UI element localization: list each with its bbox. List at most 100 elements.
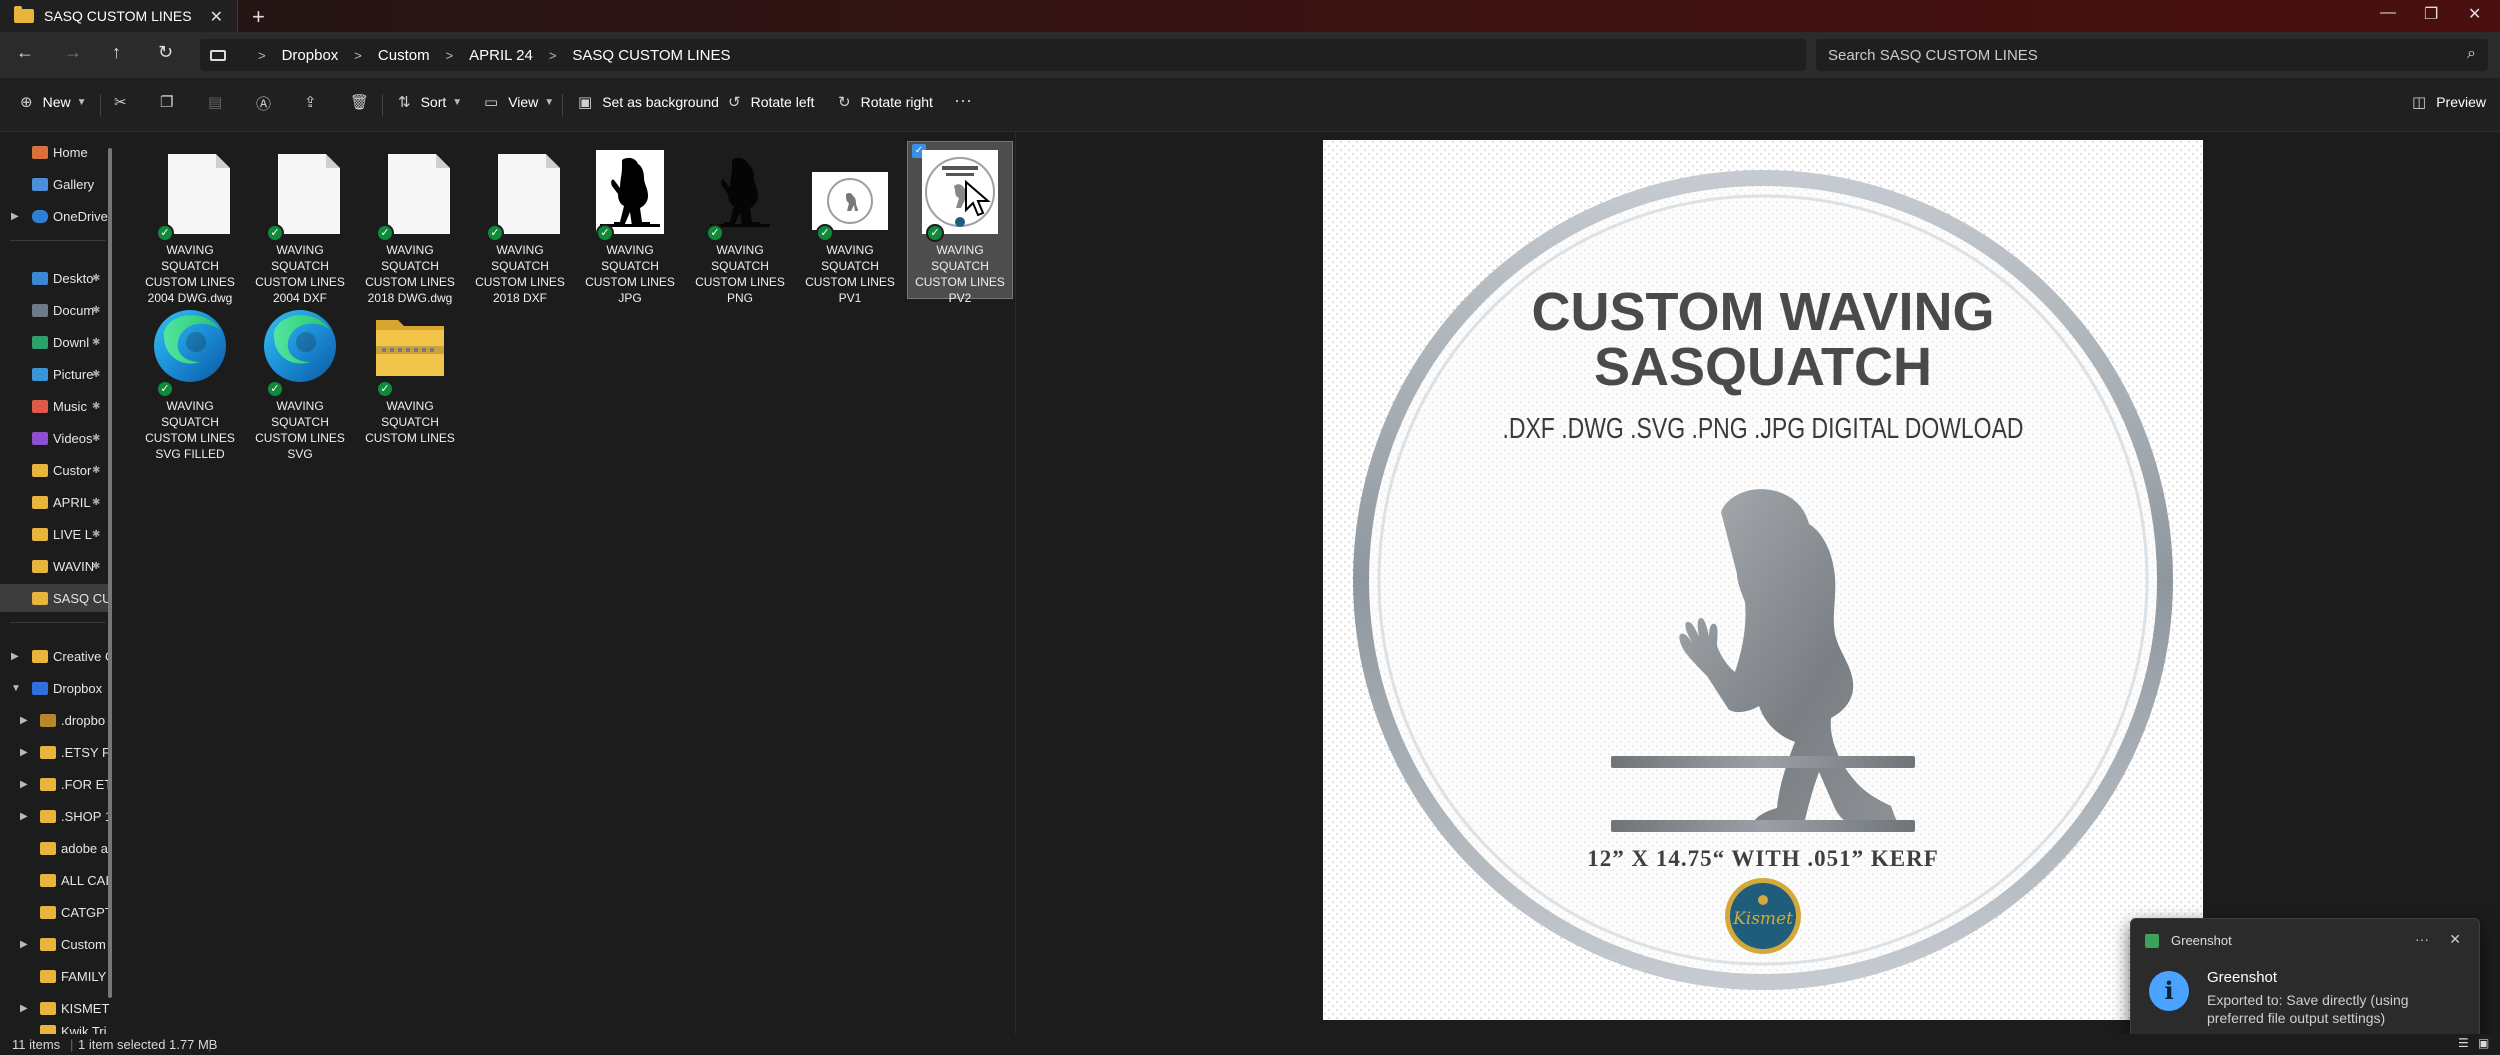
sidebar-item-creative-cloud[interactable]: ▶ Creative C	[0, 642, 110, 670]
share-icon[interactable]: ⇪	[304, 93, 317, 111]
synced-check-icon: ✓	[376, 224, 394, 242]
file-name: WAVING SQUATCH CUSTOM LINES 2018 DWG.dwg	[365, 243, 455, 305]
preview-pane: CUSTOM WAVING SASQUATCH .DXF .DWG .SVG .…	[1015, 132, 2500, 1034]
view-button[interactable]: ▭ View ▼	[484, 93, 554, 111]
synced-check-icon: ✓	[816, 224, 834, 242]
sidebar-item-desktop[interactable]: Deskto ✱	[0, 264, 110, 292]
sidebar-item-onedrive[interactable]: ▶ OneDrive	[0, 202, 110, 230]
search-input[interactable]: Search SASQ CUSTOM LINES ⌕	[1816, 39, 2488, 71]
back-button[interactable]: ←	[16, 42, 34, 63]
sort-button[interactable]: ⇅ Sort ▼	[398, 93, 462, 111]
sidebar-item-adobe[interactable]: adobe a	[0, 834, 110, 862]
sidebar-item-shop[interactable]: ▶ .SHOP 1	[0, 802, 110, 830]
sidebar-item-documents[interactable]: Docum ✱	[0, 296, 110, 324]
chevron-right-icon: ▶	[20, 810, 28, 822]
file-item[interactable]: ✓ WAVING SQUATCH CUSTOM LINES	[358, 298, 462, 454]
rotate-right-button[interactable]: ↻ Rotate right	[838, 93, 933, 111]
sidebar-item-downloads[interactable]: Downl ✱	[0, 328, 110, 356]
up-button[interactable]: ↑	[112, 42, 121, 63]
breadcrumb-april-24[interactable]: APRIL 24	[469, 47, 533, 64]
file-item[interactable]: ✓ WAVING SQUATCH CUSTOM LINES 2004 DWG.d…	[138, 142, 242, 305]
file-item[interactable]: ✓ WAVING SQUATCH CUSTOM LINES PV1	[798, 142, 902, 305]
desktop-icon	[32, 271, 48, 285]
minimize-button[interactable]: —	[2380, 4, 2396, 22]
status-bar: 11 items | 1 item selected 1.77 MB | ☰ ▣	[0, 1034, 2500, 1055]
preview-pane-icon: ◫	[2412, 94, 2427, 111]
divider	[562, 94, 563, 116]
sidebar-item-dropbox[interactable]: ▼ Dropbox	[0, 674, 110, 702]
videos-icon	[32, 431, 48, 445]
preview-pane-button[interactable]: ◫ Preview	[2412, 93, 2486, 111]
sidebar-item-dropbox-hidden[interactable]: ▶ .dropbo	[0, 706, 110, 734]
sidebar-item-april[interactable]: APRIL ✱	[0, 488, 110, 516]
file-item[interactable]: ✓ WAVING SQUATCH CUSTOM LINES PNG	[688, 142, 792, 305]
close-window-button[interactable]: ✕	[2468, 4, 2481, 24]
file-item[interactable]: ✓ WAVING SQUATCH CUSTOM LINES SVG	[248, 298, 352, 461]
search-icon[interactable]: ⌕	[2467, 45, 2476, 63]
file-item[interactable]: ✓ WAVING SQUATCH CUSTOM LINES 2004 DXF	[248, 142, 352, 305]
more-options-icon[interactable]: ···	[954, 90, 972, 111]
tab-sasq-custom-lines[interactable]: SASQ CUSTOM LINES ✕	[0, 0, 238, 32]
file-name: WAVING SQUATCH CUSTOM LINES JPG	[585, 243, 675, 305]
close-icon[interactable]: ✕	[2449, 931, 2461, 948]
tab-close-icon[interactable]: ✕	[210, 7, 223, 27]
dropbox-icon	[32, 681, 48, 695]
paste-icon[interactable]: ▤	[208, 93, 222, 111]
maximize-button[interactable]: ❐	[2424, 4, 2438, 24]
file-item[interactable]: ✓ WAVING SQUATCH CUSTOM LINES 2018 DWG.d…	[358, 142, 462, 305]
cut-icon[interactable]: ✂	[114, 93, 127, 111]
sidebar-item-custom[interactable]: Custor ✱	[0, 456, 110, 484]
sidebar-item-family[interactable]: FAMILY	[0, 962, 110, 990]
chevron-down-icon: ▼	[11, 682, 21, 694]
sidebar-scrollbar[interactable]	[108, 148, 112, 998]
copy-icon[interactable]: ❐	[160, 93, 173, 111]
file-item[interactable]: ✓ WAVING SQUATCH CUSTOM LINES JPG	[578, 142, 682, 305]
pin-icon: ✱	[92, 432, 101, 444]
sidebar-item-sasq[interactable]: SASQ CU	[0, 584, 110, 612]
synced-check-icon: ✓	[156, 224, 174, 242]
downloads-icon	[32, 335, 48, 349]
divider	[10, 240, 106, 241]
delete-icon[interactable]: 🗑	[350, 93, 369, 111]
rename-icon[interactable]: Ⓐ	[256, 93, 271, 114]
sidebar-item-videos[interactable]: Videos ✱	[0, 424, 110, 452]
greenshot-app-icon	[2145, 934, 2159, 948]
set-as-background-button[interactable]: ▣ Set as background	[578, 93, 719, 111]
sidebar-item-for-etsy[interactable]: ▶ .FOR ET	[0, 770, 110, 798]
refresh-button[interactable]: ↻	[158, 42, 173, 63]
rotate-left-button[interactable]: ↺ Rotate left	[728, 93, 814, 111]
file-item[interactable]: ✓ WAVING SQUATCH CUSTOM LINES SVG FILLED	[138, 298, 242, 461]
sort-label: Sort	[420, 94, 447, 110]
folder-icon	[32, 649, 48, 663]
sidebar-item-live[interactable]: LIVE L ✱	[0, 520, 110, 548]
sidebar-item-catgpt[interactable]: CATGPT	[0, 898, 110, 926]
file-item[interactable]: ✓ WAVING SQUATCH CUSTOM LINES 2018 DXF	[468, 142, 572, 305]
breadcrumb-sasq-custom-lines[interactable]: SASQ CUSTOM LINES	[572, 47, 730, 64]
new-label: New	[42, 94, 71, 110]
synced-check-icon: ✓	[376, 380, 394, 398]
more-options-icon[interactable]: ···	[2415, 931, 2429, 947]
breadcrumb-dropbox[interactable]: Dropbox	[282, 47, 339, 64]
breadcrumb[interactable]: > Dropbox > Custom > APRIL 24 > SASQ CUS…	[200, 39, 1806, 71]
forward-button[interactable]: →	[64, 42, 82, 63]
greenshot-notification[interactable]: Greenshot ··· ✕ i Greenshot Exported to:…	[2130, 918, 2480, 1042]
sidebar-item-music[interactable]: Music ✱	[0, 392, 110, 420]
sidebar-item-kismet[interactable]: ▶ KISMET	[0, 994, 110, 1022]
sidebar-item-gallery[interactable]: Gallery	[0, 170, 110, 198]
sidebar-item-etsy[interactable]: ▶ .ETSY FI	[0, 738, 110, 766]
details-view-icon[interactable]: ☰	[2458, 1036, 2469, 1050]
sidebar-item-pictures[interactable]: Picture ✱	[0, 360, 110, 388]
tiles-view-icon[interactable]: ▣	[2478, 1036, 2489, 1050]
folder-icon	[32, 527, 48, 541]
sidebar-item-dropbox-custom[interactable]: ▶ Custom	[0, 930, 110, 958]
file-item-selected[interactable]: ✓ ✓ WAVING SQUATCH CUSTOM LINES PV2	[907, 141, 1013, 305]
sidebar-item-kwik[interactable]: Kwik Tri	[0, 1024, 110, 1034]
sidebar-item-all-cal[interactable]: ALL CAI	[0, 866, 110, 894]
folder-icon	[40, 969, 56, 983]
sidebar-item-home[interactable]: Home	[0, 138, 110, 166]
new-tab-button[interactable]: +	[252, 4, 265, 30]
breadcrumb-custom[interactable]: Custom	[378, 47, 430, 64]
sidebar-item-waving[interactable]: WAVIN ✱	[0, 552, 110, 580]
folder-icon	[14, 6, 34, 23]
new-button[interactable]: ⊕ New ▼	[20, 93, 87, 111]
